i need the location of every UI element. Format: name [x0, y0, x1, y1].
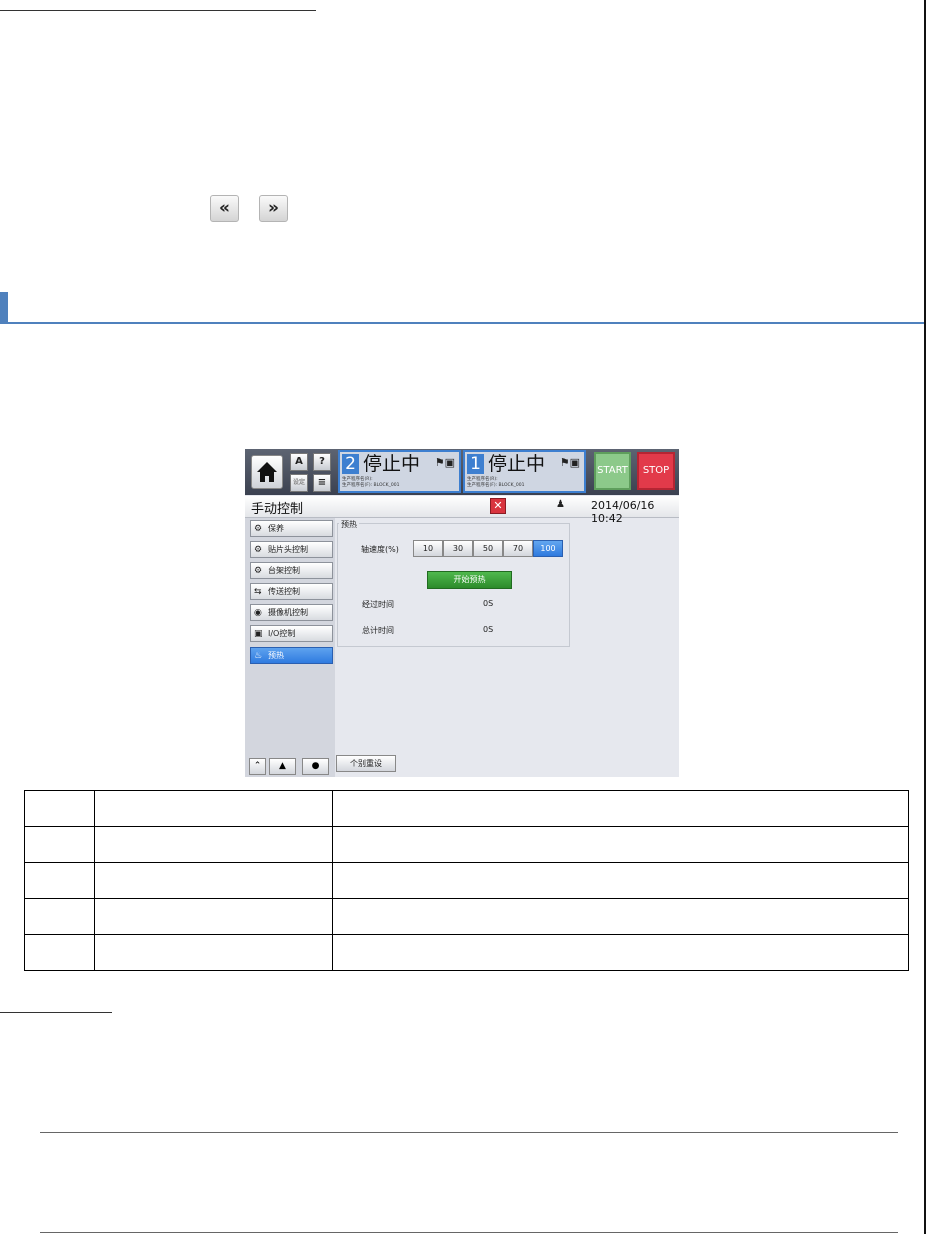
hmi-screenshot: A ? 设定 ≡ 2 停止中 ⚑▣ 生产程序名(R): 生产程序名(F): BL…: [245, 449, 679, 777]
lane-program-2: 生产程序名(F): BLOCK_001: [342, 483, 400, 488]
table-cell: [24, 862, 95, 899]
lane-1-status[interactable]: 1 停止中 ⚑▣ 生产程序名(R): 生产程序名(F): BLOCK_001: [463, 450, 586, 493]
table-row: [24, 790, 909, 827]
table-icon: ⚙: [254, 566, 263, 576]
table-cell: [24, 898, 95, 935]
start-button[interactable]: START: [594, 452, 631, 490]
speed-option-50[interactable]: 50: [473, 540, 503, 557]
sidebar-item-label: I/O控制: [268, 629, 296, 638]
table-cell: [332, 898, 909, 935]
close-button[interactable]: ✕: [490, 498, 506, 514]
start-preheat-button[interactable]: 开始预热: [427, 571, 512, 589]
sidebar-item-camera-control[interactable]: ◉ 摄像机控制: [250, 604, 333, 621]
sidebar-item-label: 贴片头控制: [268, 545, 308, 554]
table-row: [24, 826, 909, 863]
table-cell: [24, 790, 95, 827]
total-time-value: 0S: [483, 625, 494, 634]
double-left-chevron-icon: «: [219, 198, 230, 218]
top-underline: [0, 10, 316, 11]
lane-status: 停止中: [488, 453, 546, 475]
next-page-button[interactable]: »: [259, 195, 288, 222]
lane-status: 停止中: [363, 453, 421, 475]
table-cell: [332, 790, 909, 827]
sidebar-item-label: 预热: [268, 651, 284, 660]
table-cell: [94, 790, 333, 827]
sidebar-item-preheat[interactable]: ♨ 预热: [250, 647, 333, 664]
sidebar-item-table-control[interactable]: ⚙ 台架控制: [250, 562, 333, 579]
elapsed-time-label: 经过时间: [362, 600, 394, 609]
horizontal-rule: [40, 1132, 898, 1133]
section-divider: [0, 322, 926, 324]
settings-button[interactable]: 设定: [290, 474, 308, 492]
sidebar-item-label: 传送控制: [268, 587, 300, 596]
sidebar-item-label: 保养: [268, 524, 284, 533]
table-cell: [94, 826, 333, 863]
lane-number: 1: [467, 454, 484, 474]
head-icon: ⚙: [254, 545, 263, 555]
elapsed-time-value: 0S: [483, 599, 494, 608]
io-icon: ▣: [254, 629, 263, 639]
conveyor-icon: ⇆: [254, 587, 262, 597]
speed-option-70[interactable]: 70: [503, 540, 533, 557]
footnote-underline: [0, 1012, 112, 1013]
collapse-icon[interactable]: ⌃: [249, 758, 266, 775]
individual-reset-button[interactable]: 个别重设: [336, 755, 396, 772]
table-row: [24, 862, 909, 899]
table-row: [24, 934, 909, 971]
sidebar-item-label: 摄像机控制: [268, 608, 308, 617]
speed-label: 轴速度(%): [361, 545, 399, 554]
lane-program-2: 生产程序名(F): BLOCK_001: [467, 483, 525, 488]
lane-2-status[interactable]: 2 停止中 ⚑▣ 生产程序名(R): 生产程序名(F): BLOCK_001: [338, 450, 461, 493]
double-right-chevron-icon: »: [268, 198, 279, 218]
table-row: [24, 898, 909, 935]
table-cell: [94, 898, 333, 935]
speed-option-10[interactable]: 10: [413, 540, 443, 557]
lane-number: 2: [342, 454, 359, 474]
sidebar-item-label: 台架控制: [268, 566, 300, 575]
datetime: 2014/06/16 10:42: [591, 499, 655, 525]
sidebar-item-conveyor-control[interactable]: ⇆ 传送控制: [250, 583, 333, 600]
stop-button[interactable]: STOP: [637, 452, 675, 490]
speed-option-100[interactable]: 100: [533, 540, 563, 557]
user-icon[interactable]: ♟: [556, 499, 565, 510]
sidebar-item-io-control[interactable]: ▣ I/O控制: [250, 625, 333, 642]
warning-icon[interactable]: ▲: [269, 758, 296, 775]
table-cell: [332, 934, 909, 971]
horizontal-rule: [40, 1232, 898, 1233]
sidebar-item-head-control[interactable]: ⚙ 贴片头控制: [250, 541, 333, 558]
table-cell: [24, 934, 95, 971]
home-button[interactable]: [251, 455, 283, 489]
info-icon[interactable]: ●: [302, 758, 329, 775]
a-button[interactable]: A: [290, 453, 308, 471]
maintenance-icon: ⚙: [254, 524, 263, 534]
hmi-titlebar: 手动控制 ✕ ♟ 2014/06/16 10:42: [245, 496, 679, 525]
speed-option-30[interactable]: 30: [443, 540, 473, 557]
conveyor-button[interactable]: ≡: [313, 474, 331, 492]
group-label: 预热: [339, 519, 359, 530]
description-table: [24, 790, 909, 971]
page-title: 手动控制: [251, 502, 304, 517]
table-cell: [332, 862, 909, 899]
machine-icon: ⚑▣: [559, 456, 580, 469]
sidebar: ⚙ 保养 ⚙ 贴片头控制 ⚙ 台架控制 ⇆ 传送控制 ◉ 摄像机控制 ▣ I/O…: [245, 518, 335, 777]
camera-icon: ◉: [254, 608, 262, 618]
previous-page-button[interactable]: «: [210, 195, 239, 222]
close-icon: ✕: [493, 499, 503, 512]
section-marker: [0, 292, 8, 322]
table-cell: [94, 862, 333, 899]
total-time-label: 总计时间: [362, 626, 394, 635]
preheat-icon: ♨: [254, 651, 263, 661]
hmi-header: A ? 设定 ≡ 2 停止中 ⚑▣ 生产程序名(R): 生产程序名(F): BL…: [245, 449, 679, 495]
help-button[interactable]: ?: [313, 453, 331, 471]
table-cell: [24, 826, 95, 863]
table-cell: [94, 934, 333, 971]
table-cell: [332, 826, 909, 863]
machine-icon: ⚑▣: [434, 456, 455, 469]
sidebar-item-maintenance[interactable]: ⚙ 保养: [250, 520, 333, 537]
home-icon: [257, 462, 277, 482]
